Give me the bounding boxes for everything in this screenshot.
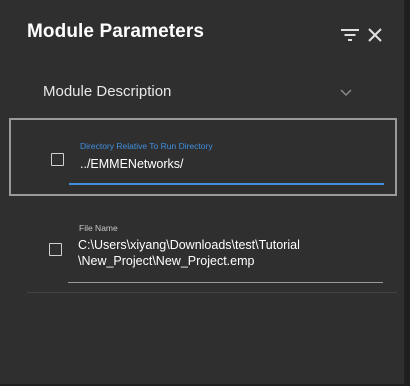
panel-title: Module Parameters xyxy=(27,21,204,42)
file-name-checkbox[interactable] xyxy=(49,243,62,256)
directory-field[interactable]: ../EMMENetworks/ xyxy=(80,156,184,172)
directory-parameter: Directory Relative To Run Directory ../E… xyxy=(9,118,397,196)
file-name-value-line-1: C:\Users\xiyang\Downloads\test\Tutorial xyxy=(78,238,300,252)
file-name-field-underline xyxy=(68,282,383,283)
section-label: Module Description xyxy=(43,83,172,100)
directory-checkbox[interactable] xyxy=(51,153,64,166)
file-name-field-label: File Name xyxy=(79,223,118,233)
module-parameters-panel: Module Parameters Module Description Dir… xyxy=(0,0,406,386)
close-icon[interactable] xyxy=(365,25,385,45)
module-description-section[interactable]: Module Description xyxy=(27,70,364,110)
chevron-down-icon xyxy=(340,84,352,102)
file-name-parameter: File Name C:\Users\xiyang\Downloads\test… xyxy=(27,218,397,293)
directory-field-label: Directory Relative To Run Directory xyxy=(80,141,213,151)
filter-icon[interactable] xyxy=(340,25,360,45)
directory-field-underline xyxy=(69,183,384,185)
file-name-field[interactable]: C:\Users\xiyang\Downloads\test\Tutorial … xyxy=(78,237,378,269)
file-name-value-line-2: \New_Project\New_Project.emp xyxy=(78,254,255,268)
